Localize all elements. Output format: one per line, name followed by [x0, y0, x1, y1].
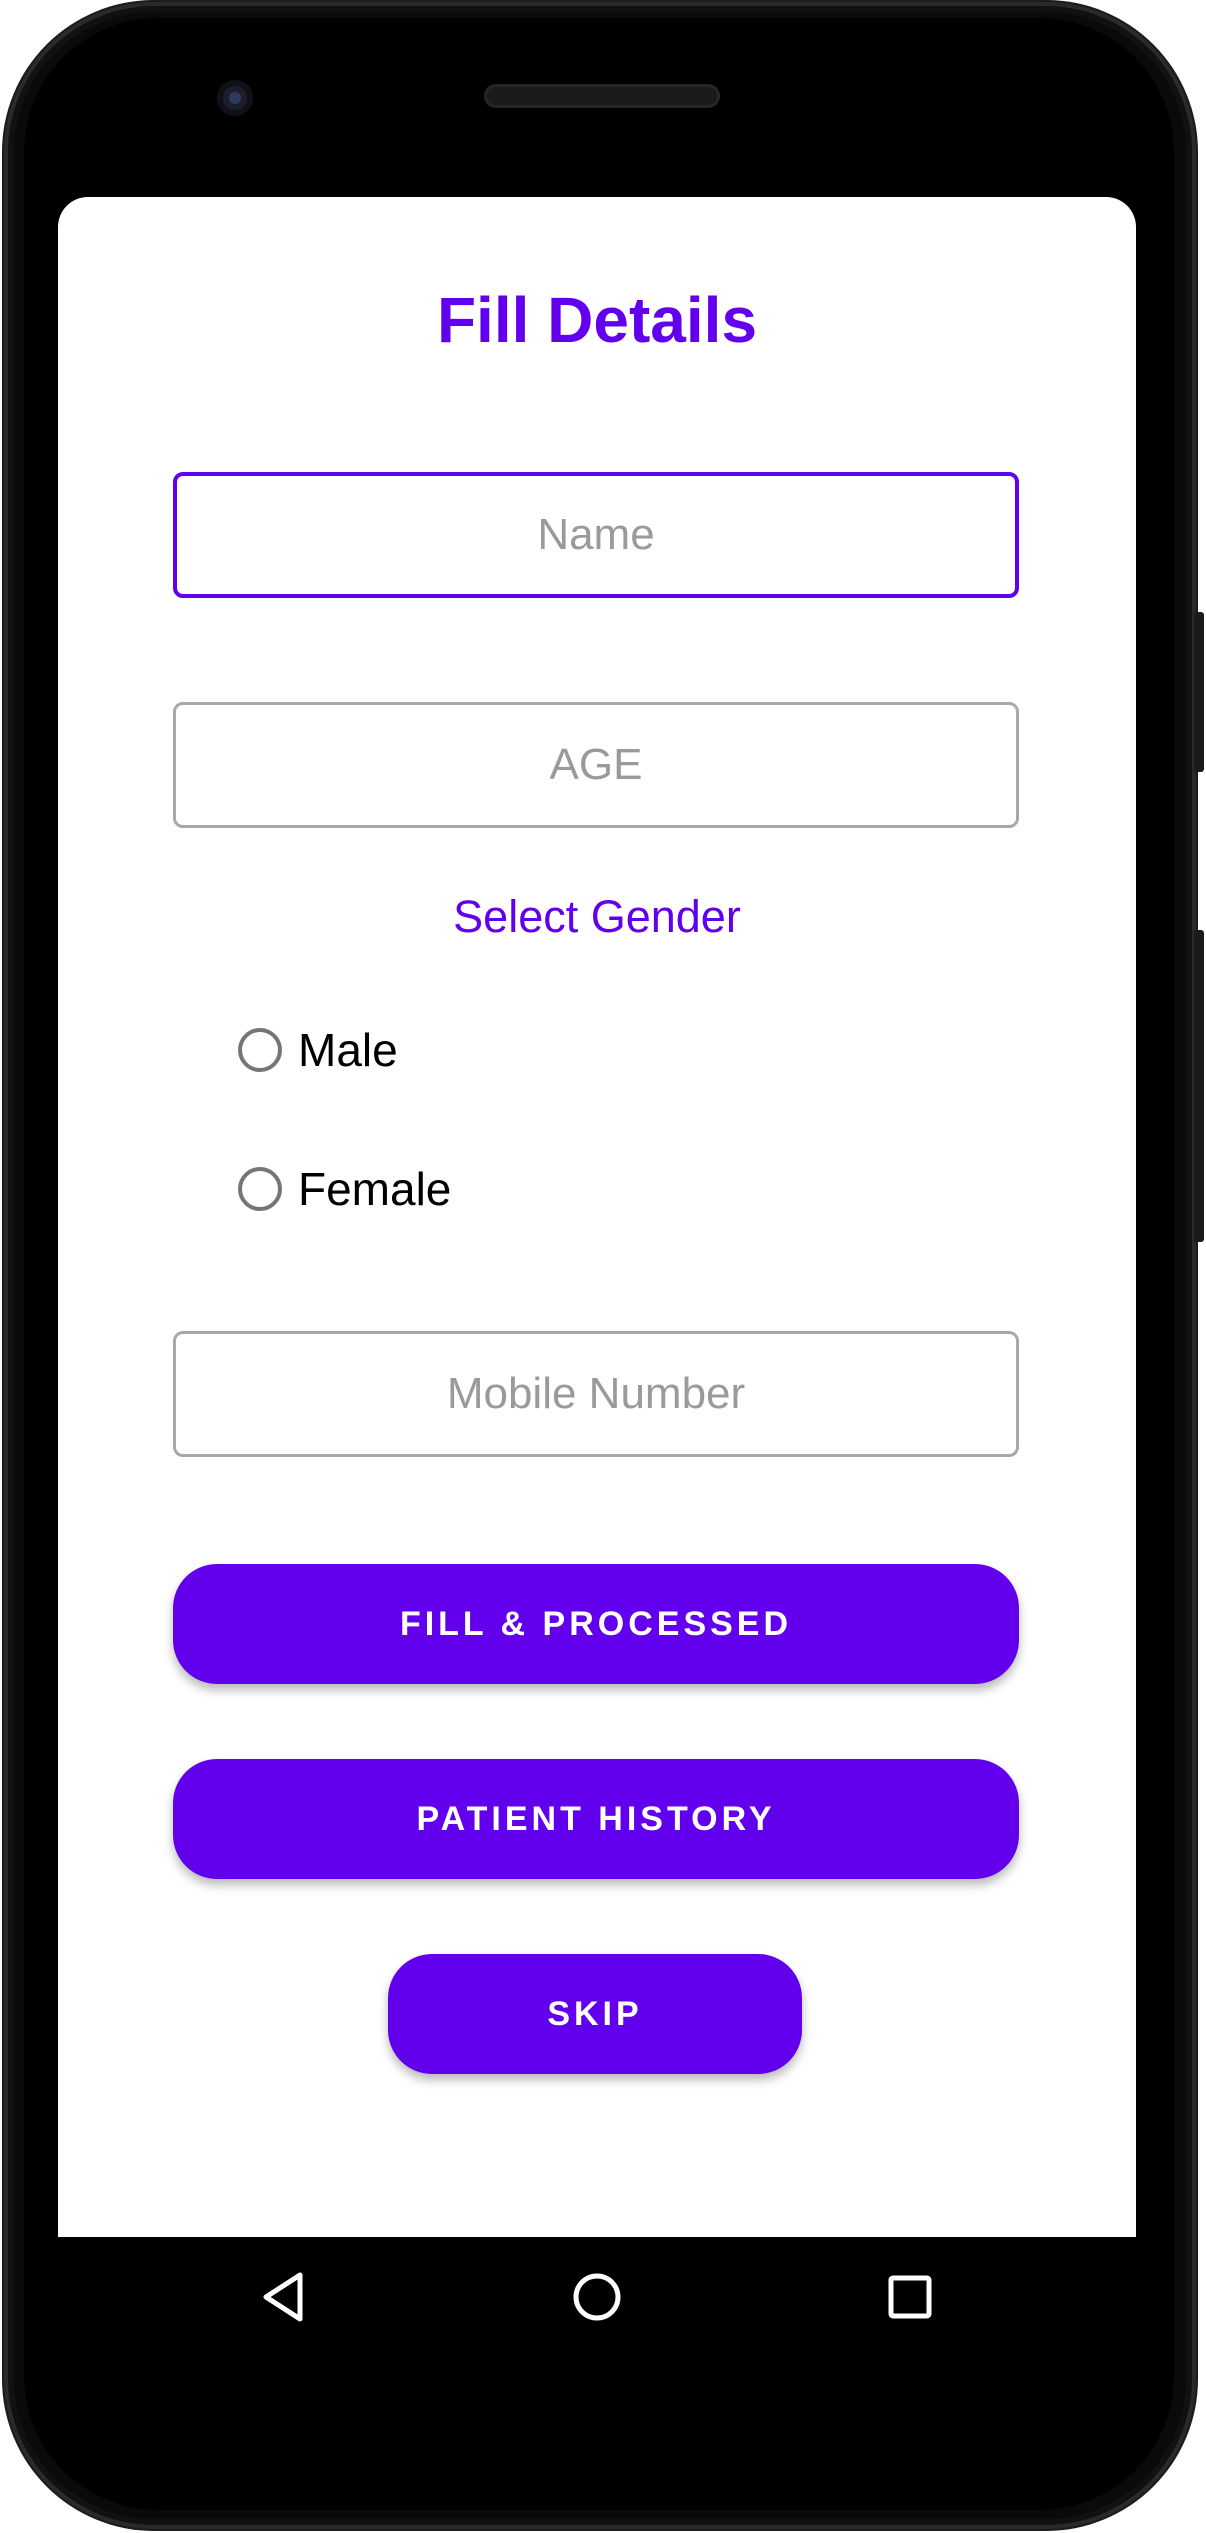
volume-button [1194, 930, 1204, 1242]
recents-icon[interactable] [870, 2257, 950, 2337]
radio-female[interactable]: Female [238, 1154, 451, 1224]
back-icon[interactable] [244, 2257, 324, 2337]
mobile-number-field[interactable] [173, 1331, 1019, 1457]
home-icon[interactable] [557, 2257, 637, 2337]
select-gender-label: Select Gender [453, 891, 741, 942]
system-navigation-bar [58, 2237, 1136, 2357]
radio-unchecked-icon[interactable] [238, 1028, 282, 1072]
app-screen: Fill Details Select Gender Male Female F… [58, 197, 1136, 2237]
radio-male-label[interactable]: Male [298, 1023, 398, 1077]
name-field[interactable] [173, 472, 1019, 598]
age-field[interactable] [173, 702, 1019, 828]
skip-button[interactable]: SKIP [388, 1954, 802, 2074]
mobile-number-input[interactable] [176, 1334, 1016, 1454]
radio-male[interactable]: Male [238, 1015, 398, 1085]
radio-female-label[interactable]: Female [298, 1162, 451, 1216]
front-camera-icon [217, 80, 253, 116]
age-input[interactable] [176, 705, 1016, 825]
power-button [1194, 612, 1204, 772]
device-stage: Fill Details Select Gender Male Female F… [0, 0, 1206, 2533]
page-title: Fill Details [436, 284, 758, 356]
patient-history-button[interactable]: PATIENT HISTORY [173, 1759, 1019, 1879]
fill-processed-button[interactable]: FILL & PROCESSED [173, 1564, 1019, 1684]
name-input[interactable] [177, 476, 1015, 594]
radio-unchecked-icon[interactable] [238, 1167, 282, 1211]
earpiece-speaker [484, 84, 720, 108]
